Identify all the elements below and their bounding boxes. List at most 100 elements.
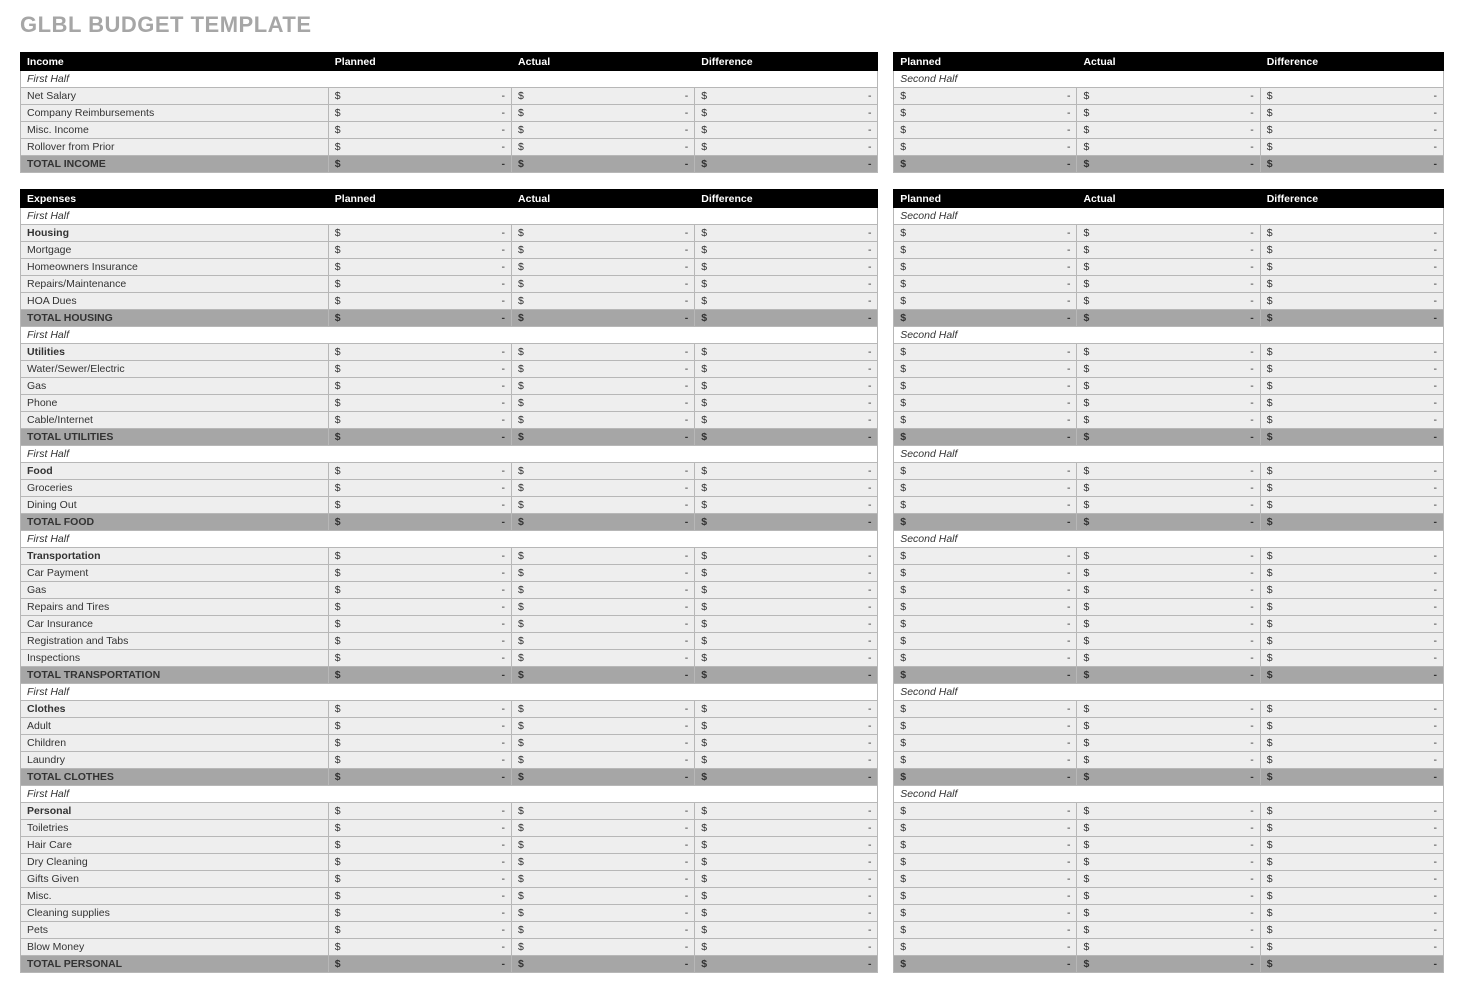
money-cell[interactable]: $- <box>328 344 511 361</box>
money-cell[interactable]: $- <box>894 752 1077 769</box>
money-cell[interactable]: $- <box>695 820 878 837</box>
money-cell[interactable]: $- <box>512 956 695 973</box>
money-cell[interactable]: $- <box>1077 361 1260 378</box>
money-cell[interactable]: $- <box>1260 633 1443 650</box>
money-cell[interactable]: $- <box>512 105 695 122</box>
money-cell[interactable]: $- <box>695 752 878 769</box>
money-cell[interactable]: $- <box>512 361 695 378</box>
money-cell[interactable]: $- <box>328 820 511 837</box>
money-cell[interactable]: $- <box>695 582 878 599</box>
money-cell[interactable]: $- <box>1260 344 1443 361</box>
money-cell[interactable]: $- <box>894 480 1077 497</box>
money-cell[interactable]: $- <box>1260 854 1443 871</box>
money-cell[interactable]: $- <box>894 718 1077 735</box>
money-cell[interactable]: $- <box>512 820 695 837</box>
money-cell[interactable]: $- <box>894 956 1077 973</box>
money-cell[interactable]: $- <box>1260 225 1443 242</box>
money-cell[interactable]: $- <box>695 242 878 259</box>
money-cell[interactable]: $- <box>328 395 511 412</box>
money-cell[interactable]: $- <box>328 361 511 378</box>
money-cell[interactable]: $- <box>894 395 1077 412</box>
money-cell[interactable]: $- <box>695 361 878 378</box>
money-cell[interactable]: $- <box>1260 735 1443 752</box>
money-cell[interactable]: $- <box>894 497 1077 514</box>
money-cell[interactable]: $- <box>1077 378 1260 395</box>
money-cell[interactable]: $- <box>328 752 511 769</box>
money-cell[interactable]: $- <box>512 752 695 769</box>
money-cell[interactable]: $- <box>695 293 878 310</box>
money-cell[interactable]: $- <box>512 939 695 956</box>
money-cell[interactable]: $- <box>328 888 511 905</box>
money-cell[interactable]: $- <box>328 514 511 531</box>
money-cell[interactable]: $- <box>512 905 695 922</box>
money-cell[interactable]: $- <box>695 667 878 684</box>
money-cell[interactable]: $- <box>1077 667 1260 684</box>
money-cell[interactable]: $- <box>1260 803 1443 820</box>
money-cell[interactable]: $- <box>1077 616 1260 633</box>
money-cell[interactable]: $- <box>1077 156 1260 173</box>
money-cell[interactable]: $- <box>894 582 1077 599</box>
money-cell[interactable]: $- <box>328 276 511 293</box>
money-cell[interactable]: $- <box>1077 735 1260 752</box>
money-cell[interactable]: $- <box>695 497 878 514</box>
money-cell[interactable]: $- <box>695 139 878 156</box>
money-cell[interactable]: $- <box>1260 565 1443 582</box>
money-cell[interactable]: $- <box>894 139 1077 156</box>
money-cell[interactable]: $- <box>512 922 695 939</box>
money-cell[interactable]: $- <box>894 837 1077 854</box>
money-cell[interactable]: $- <box>1077 480 1260 497</box>
money-cell[interactable]: $- <box>328 139 511 156</box>
money-cell[interactable]: $- <box>512 667 695 684</box>
money-cell[interactable]: $- <box>695 718 878 735</box>
money-cell[interactable]: $- <box>328 582 511 599</box>
money-cell[interactable]: $- <box>328 905 511 922</box>
money-cell[interactable]: $- <box>1260 361 1443 378</box>
money-cell[interactable]: $- <box>695 616 878 633</box>
money-cell[interactable]: $- <box>1077 922 1260 939</box>
money-cell[interactable]: $- <box>1260 837 1443 854</box>
money-cell[interactable]: $- <box>512 242 695 259</box>
money-cell[interactable]: $- <box>1260 310 1443 327</box>
money-cell[interactable]: $- <box>512 225 695 242</box>
money-cell[interactable]: $- <box>512 837 695 854</box>
money-cell[interactable]: $- <box>1260 293 1443 310</box>
money-cell[interactable]: $- <box>894 225 1077 242</box>
money-cell[interactable]: $- <box>894 276 1077 293</box>
money-cell[interactable]: $- <box>512 871 695 888</box>
money-cell[interactable]: $- <box>1077 344 1260 361</box>
money-cell[interactable]: $- <box>1260 514 1443 531</box>
money-cell[interactable]: $- <box>695 548 878 565</box>
money-cell[interactable]: $- <box>1077 905 1260 922</box>
money-cell[interactable]: $- <box>894 769 1077 786</box>
money-cell[interactable]: $- <box>695 225 878 242</box>
money-cell[interactable]: $- <box>1260 497 1443 514</box>
money-cell[interactable]: $- <box>1077 701 1260 718</box>
money-cell[interactable]: $- <box>1077 105 1260 122</box>
money-cell[interactable]: $- <box>1077 650 1260 667</box>
money-cell[interactable]: $- <box>328 735 511 752</box>
money-cell[interactable]: $- <box>328 871 511 888</box>
money-cell[interactable]: $- <box>1260 463 1443 480</box>
money-cell[interactable]: $- <box>328 378 511 395</box>
money-cell[interactable]: $- <box>894 310 1077 327</box>
money-cell[interactable]: $- <box>695 480 878 497</box>
money-cell[interactable]: $- <box>328 548 511 565</box>
money-cell[interactable]: $- <box>512 633 695 650</box>
money-cell[interactable]: $- <box>894 156 1077 173</box>
money-cell[interactable]: $- <box>328 259 511 276</box>
money-cell[interactable]: $- <box>894 514 1077 531</box>
money-cell[interactable]: $- <box>512 888 695 905</box>
money-cell[interactable]: $- <box>894 293 1077 310</box>
money-cell[interactable]: $- <box>1077 514 1260 531</box>
money-cell[interactable]: $- <box>1260 939 1443 956</box>
money-cell[interactable]: $- <box>894 616 1077 633</box>
money-cell[interactable]: $- <box>512 310 695 327</box>
money-cell[interactable]: $- <box>1260 752 1443 769</box>
money-cell[interactable]: $- <box>1077 412 1260 429</box>
money-cell[interactable]: $- <box>695 956 878 973</box>
money-cell[interactable]: $- <box>894 701 1077 718</box>
money-cell[interactable]: $- <box>695 939 878 956</box>
money-cell[interactable]: $- <box>328 463 511 480</box>
money-cell[interactable]: $- <box>695 735 878 752</box>
money-cell[interactable]: $- <box>894 259 1077 276</box>
